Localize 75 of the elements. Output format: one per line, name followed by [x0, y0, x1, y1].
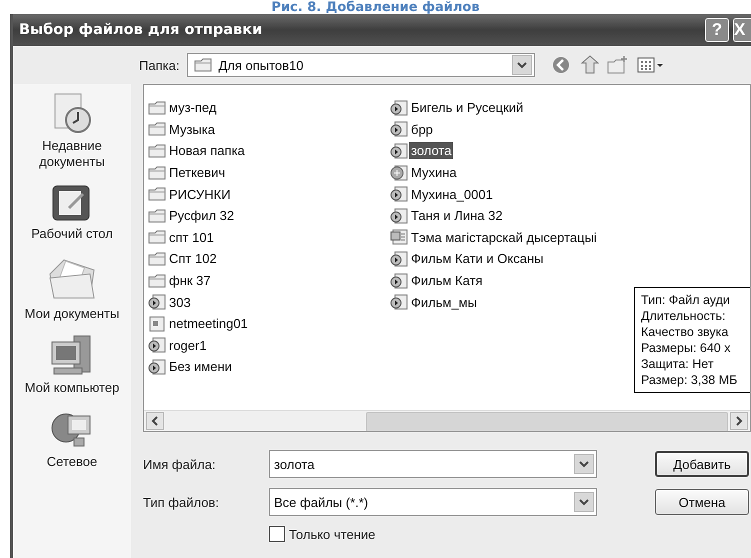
file-item[interactable]: Бигель и Русецкий	[409, 99, 526, 116]
up-folder-icon[interactable]	[579, 55, 600, 75]
folder-icon	[148, 208, 166, 223]
file-item[interactable]: roger1	[167, 336, 209, 354]
filename-field[interactable]: золота	[269, 450, 597, 478]
media-file-icon	[390, 142, 408, 159]
file-item[interactable]: золота	[409, 142, 454, 160]
file-item[interactable]: Без имени	[167, 358, 234, 376]
file-item[interactable]: муз-пед	[167, 99, 218, 116]
back-icon[interactable]	[551, 55, 572, 75]
folder-icon	[148, 100, 166, 115]
add-button[interactable]: Добавить	[655, 451, 749, 477]
media-player-file-icon	[390, 164, 408, 181]
file-item[interactable]: Мухина	[409, 164, 459, 182]
readonly-checkbox[interactable]	[269, 526, 285, 542]
places-item[interactable]: Недавние документы	[17, 138, 127, 170]
media-file-icon	[390, 186, 408, 202]
file-item[interactable]: netmeeting01	[167, 315, 250, 332]
folder-icon	[148, 252, 166, 266]
dropdown-caret-icon	[579, 498, 589, 506]
cancel-button[interactable]: Отмена	[655, 489, 749, 515]
file-item[interactable]: 303	[167, 294, 193, 311]
file-item[interactable]: Новая папка	[167, 142, 247, 160]
media-file-icon	[390, 208, 408, 224]
file-item[interactable]: РИСУНКИ	[167, 186, 233, 203]
file-item[interactable]: Тэма магістарскай дысертацыі	[409, 228, 599, 246]
file-item[interactable]: Спт 102	[167, 250, 219, 268]
file-icon	[148, 316, 166, 332]
file-item[interactable]: Фильм Катя	[409, 272, 485, 290]
dropdown-caret-icon	[517, 62, 528, 68]
file-item[interactable]: брр	[409, 120, 435, 138]
media-file-icon	[148, 294, 166, 310]
folder-icon	[148, 274, 166, 288]
media-file-icon	[390, 294, 408, 310]
file-item[interactable]: Музыка	[167, 120, 217, 138]
scroll-left-button[interactable]	[146, 412, 164, 430]
folder-label: Папка:	[139, 58, 180, 72]
document-file-icon	[390, 229, 408, 246]
media-file-icon	[390, 121, 408, 138]
folder-icon	[148, 187, 166, 202]
file-item[interactable]: Петкевич	[167, 164, 228, 182]
file-item[interactable]: Фильм_мы	[409, 294, 479, 311]
places-item[interactable]: Рабочий стол	[17, 226, 127, 242]
file-item[interactable]: Мухина_0001	[409, 186, 495, 203]
folder-icon	[148, 122, 166, 136]
places-item[interactable]: Мой компьютер	[17, 380, 127, 396]
file-item[interactable]: Таня и Лина 32	[409, 207, 505, 224]
media-file-icon	[148, 337, 166, 354]
folder-icon	[148, 166, 166, 180]
scrollbar-thumb[interactable]	[366, 412, 728, 431]
media-file-icon	[390, 250, 408, 267]
view-menu-icon[interactable]	[637, 55, 666, 75]
file-item[interactable]: Русфил 32	[167, 207, 236, 224]
figure-caption: Рис. 8. Добавление файлов	[271, 1, 480, 14]
places-item[interactable]: Мои документы	[17, 306, 127, 322]
folder-icon	[148, 230, 166, 244]
media-file-icon	[148, 358, 166, 375]
media-file-icon	[390, 272, 408, 289]
file-item[interactable]: фнк 37	[167, 272, 213, 290]
readonly-label: Только чтение	[289, 526, 376, 542]
dropdown-caret-icon	[579, 460, 589, 468]
folder-icon	[194, 58, 212, 72]
scroll-right-button[interactable]	[730, 412, 748, 430]
filename-label: Имя файла:	[143, 456, 217, 472]
new-folder-icon[interactable]	[607, 55, 630, 75]
folder-icon	[148, 144, 166, 158]
filetype-label: Тип файлов:	[143, 494, 220, 510]
filetype-dropdown[interactable]: Все файлы (*.*)	[269, 488, 597, 516]
file-item[interactable]: спт 101	[167, 228, 216, 246]
window-title: Выбор файлов для отправки	[19, 22, 264, 38]
folder-dropdown[interactable]: Для опытов10	[187, 53, 536, 77]
file-item[interactable]: Фильм Кати и Оксаны	[409, 250, 546, 268]
media-file-icon	[390, 100, 408, 116]
places-item[interactable]: Сетевое	[17, 454, 127, 470]
file-info-tooltip: Тип: Файл ауди Длительность: Качество звука Размеры: 640 x Защита: Нет Размер: 3,38 МБ	[634, 287, 750, 393]
